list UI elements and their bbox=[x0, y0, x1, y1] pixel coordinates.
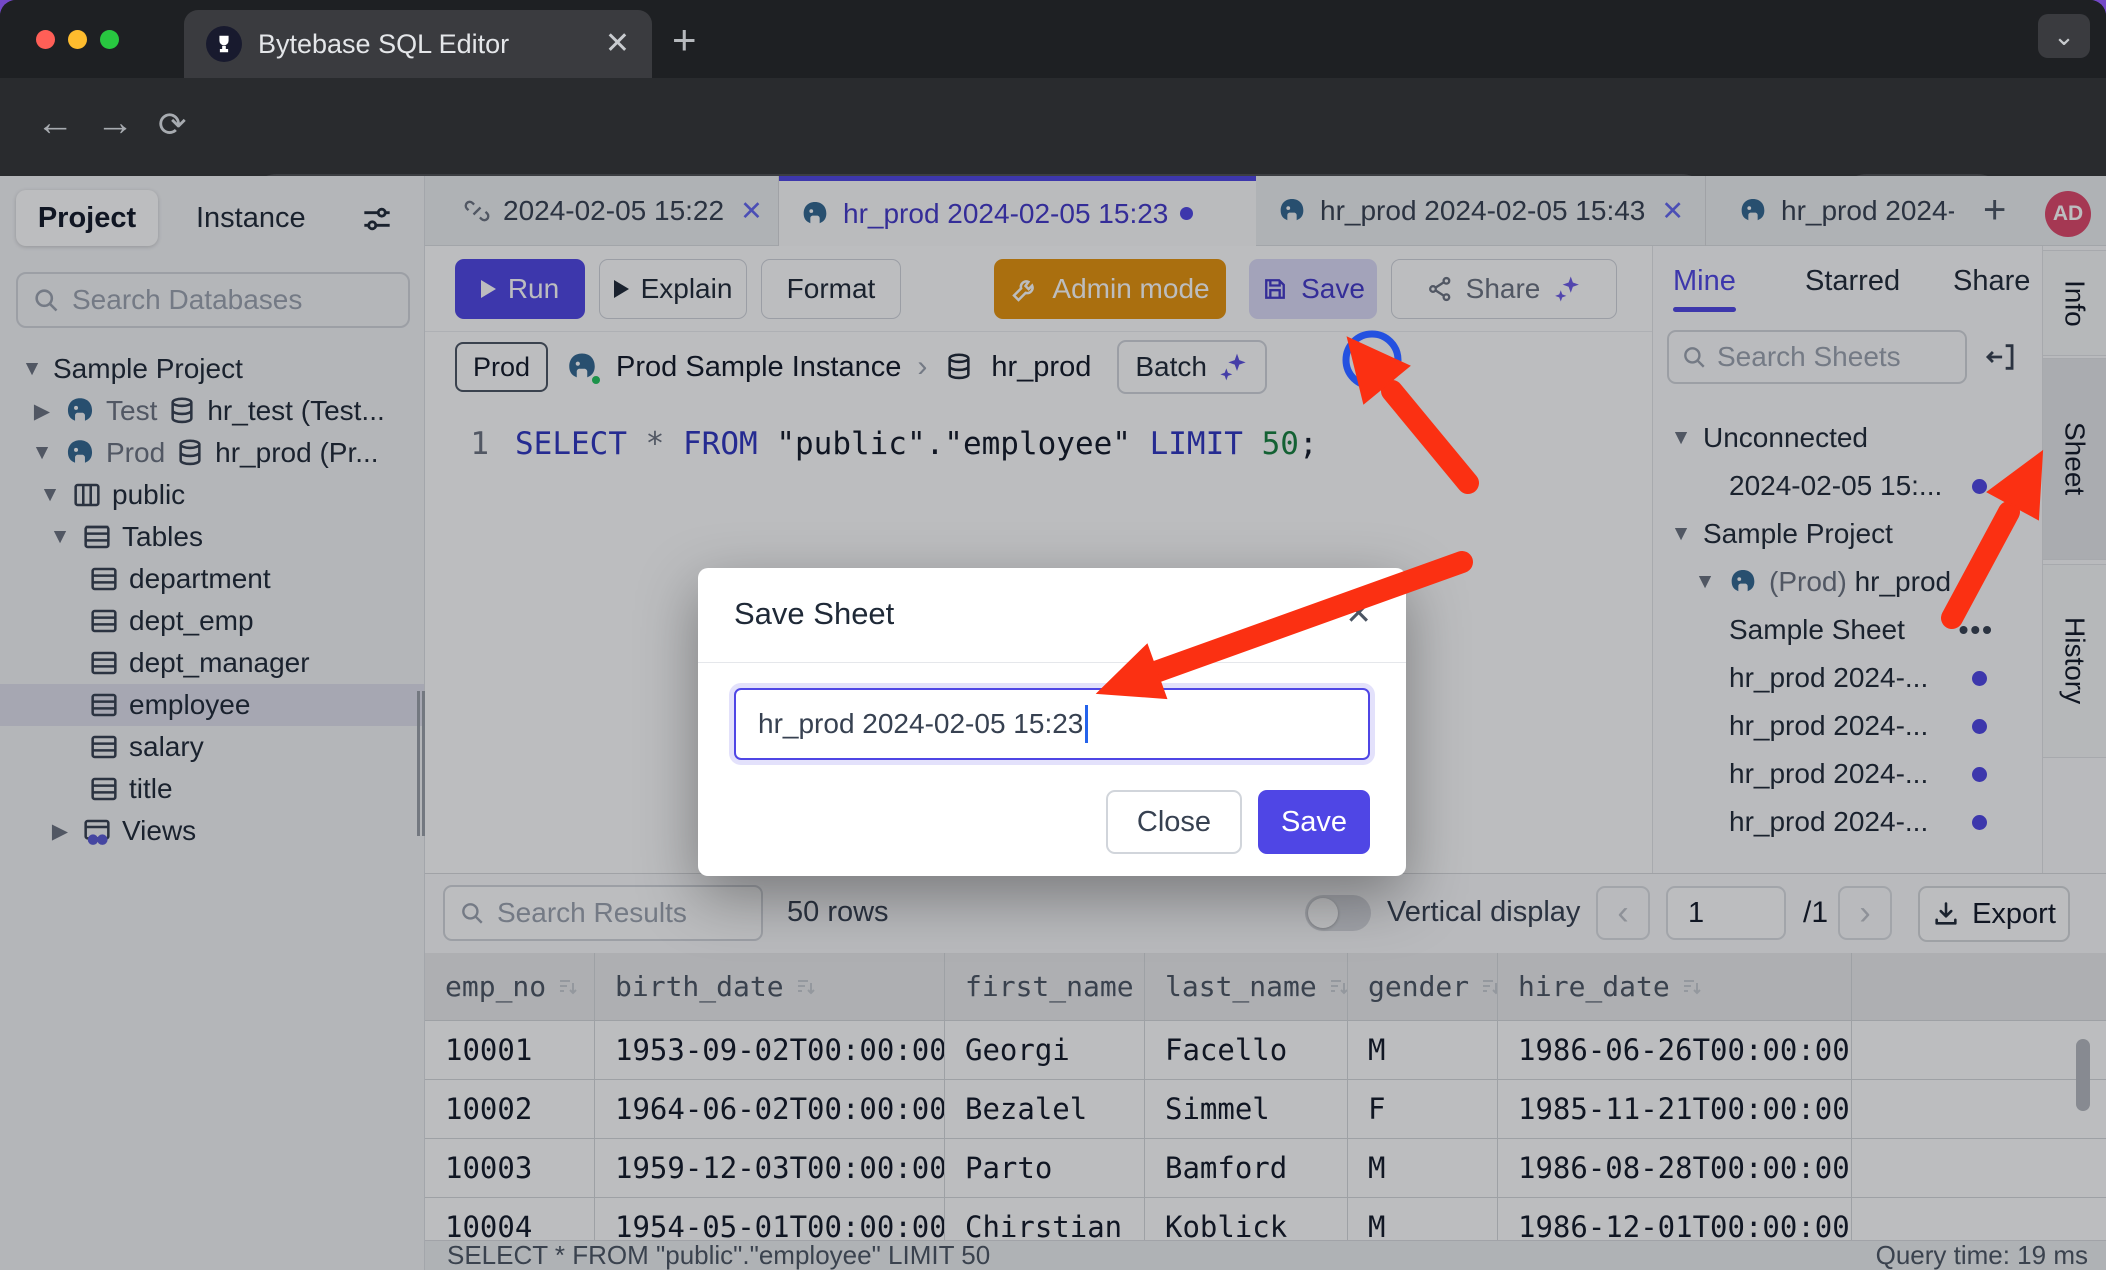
tab-close-icon[interactable]: ✕ bbox=[605, 29, 630, 59]
browser-tab-title: Bytebase SQL Editor bbox=[258, 29, 589, 60]
dialog-title: Save Sheet bbox=[734, 596, 894, 632]
bytebase-app: Project Instance ▼Sample Project ▶ Test … bbox=[0, 176, 2106, 1270]
new-tab-button[interactable]: + bbox=[672, 16, 697, 64]
dialog-save-button[interactable]: Save bbox=[1258, 790, 1370, 854]
text-cursor bbox=[1085, 705, 1088, 743]
save-sheet-dialog: Save Sheet ✕ hr_prod 2024-02-05 15:23 Cl… bbox=[698, 568, 1406, 876]
dialog-close-button[interactable]: Close bbox=[1106, 790, 1242, 854]
window-close-button[interactable] bbox=[36, 30, 55, 49]
bytebase-favicon-icon bbox=[206, 26, 242, 62]
dialog-close-icon[interactable]: ✕ bbox=[1345, 594, 1372, 632]
window-minimize-button[interactable] bbox=[68, 30, 87, 49]
browser-toolbar: ← → ⟳ localhost:8080/sql-editor/prod-sam… bbox=[0, 78, 2106, 176]
browser-tab-strip: Bytebase SQL Editor ✕ + ⌄ bbox=[0, 0, 2106, 78]
browser-tab[interactable]: Bytebase SQL Editor ✕ bbox=[184, 10, 652, 78]
browser-window: Bytebase SQL Editor ✕ + ⌄ ← → ⟳ localhos… bbox=[0, 0, 2106, 1270]
tab-search-chevron-button[interactable]: ⌄ bbox=[2038, 14, 2090, 58]
dialog-divider bbox=[698, 662, 1406, 663]
reload-button[interactable]: ⟳ bbox=[158, 105, 187, 145]
window-zoom-button[interactable] bbox=[100, 30, 119, 49]
forward-button[interactable]: → bbox=[96, 102, 134, 145]
back-button[interactable]: ← bbox=[36, 102, 74, 145]
sheet-name-input[interactable]: hr_prod 2024-02-05 15:23 bbox=[734, 688, 1370, 760]
